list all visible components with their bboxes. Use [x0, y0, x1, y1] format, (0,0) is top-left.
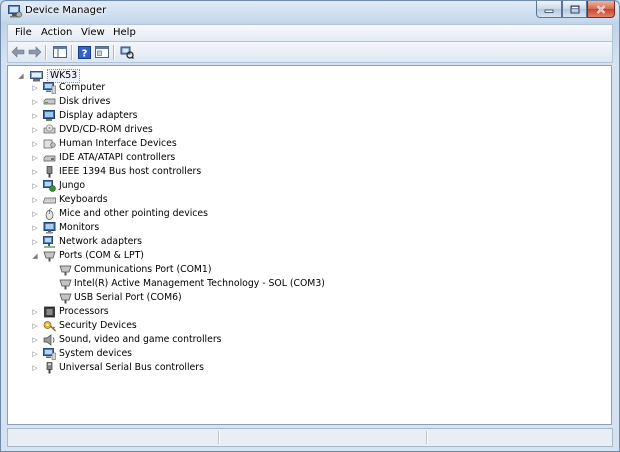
expand-icon[interactable]: ▷ — [31, 235, 39, 249]
tree-item-label[interactable]: IDE ATA/ATAPI controllers — [59, 151, 175, 165]
properties-button[interactable] — [94, 45, 109, 59]
expand-icon[interactable]: ▷ — [31, 109, 39, 123]
port-icon — [43, 251, 56, 262]
tree-item-label[interactable]: Sound, video and game controllers — [59, 333, 222, 347]
collapse-icon[interactable]: ◢ — [31, 249, 39, 263]
menu-view[interactable]: View — [81, 27, 105, 38]
back-button[interactable] — [10, 45, 25, 59]
mouse-icon — [45, 208, 54, 220]
dvd-drive-icon — [43, 124, 56, 134]
expand-icon[interactable]: ▷ — [31, 123, 39, 137]
tree-child-label[interactable]: Communications Port (COM1) — [74, 263, 211, 277]
status-separator — [426, 431, 428, 444]
back-icon — [11, 46, 24, 58]
status-bar — [7, 428, 613, 447]
title-bar[interactable]: Device Manager — [1, 1, 619, 23]
monitor-icon — [43, 222, 56, 234]
network-adapter-icon — [43, 236, 55, 248]
tree-item-label[interactable]: Display adapters — [59, 109, 137, 123]
tree-item-label[interactable]: Mice and other pointing devices — [59, 207, 208, 221]
port-device-icon — [59, 293, 72, 304]
tree-item-label[interactable]: Keyboards — [59, 193, 108, 207]
ieee1394-icon — [46, 166, 53, 178]
maximize-button[interactable] — [562, 1, 587, 18]
tree-item-label[interactable]: Jungo — [59, 179, 85, 193]
display-adapter-icon — [43, 110, 55, 121]
status-separator — [218, 431, 220, 444]
menu-bar: File Action View Help — [7, 24, 613, 41]
maximize-icon — [570, 5, 579, 13]
tree-item-label[interactable]: Human Interface Devices — [59, 137, 177, 151]
menu-action[interactable]: Action — [41, 27, 72, 38]
scan-hardware-button[interactable] — [119, 45, 134, 59]
system-devices-icon — [43, 348, 56, 360]
tree-item-label[interactable]: Network adapters — [59, 235, 142, 249]
keyboard-icon — [43, 197, 56, 204]
expand-icon[interactable]: ▷ — [31, 221, 39, 235]
expand-icon[interactable]: ▷ — [31, 207, 39, 221]
expand-icon[interactable]: ▷ — [31, 95, 39, 109]
expand-icon[interactable]: ▷ — [31, 319, 39, 333]
minimize-button[interactable] — [536, 1, 562, 18]
forward-button[interactable] — [27, 45, 42, 59]
show-hide-console-tree-button[interactable] — [52, 45, 67, 59]
tree-item-label[interactable]: Universal Serial Bus controllers — [59, 361, 204, 375]
menu-help[interactable]: Help — [113, 27, 136, 38]
show-hide-console-tree-icon — [52, 46, 67, 58]
forward-icon — [28, 46, 41, 58]
device-tree[interactable]: ◢ WK53 ▷ Computer ▷ Disk drives ▷ Displa… — [7, 65, 612, 425]
expand-icon[interactable]: ▷ — [31, 361, 39, 375]
tree-item-label[interactable]: System devices — [59, 347, 132, 361]
tree-item-label[interactable]: DVD/CD-ROM drives — [59, 123, 153, 137]
help-button[interactable]: ? — [77, 45, 92, 59]
expand-icon[interactable]: ▷ — [31, 151, 39, 165]
tree-item-label[interactable]: IEEE 1394 Bus host controllers — [59, 165, 201, 179]
close-icon — [596, 4, 606, 14]
device-manager-window: Device Manager File Action View Help ? ◢… — [0, 0, 620, 452]
tree-item-label[interactable]: Monitors — [59, 221, 99, 235]
tree-item-label[interactable]: Security Devices — [59, 319, 137, 333]
tree-item-label[interactable]: Disk drives — [59, 95, 110, 109]
toolbar: ? — [7, 41, 613, 63]
tree-item-label[interactable]: Ports (COM & LPT) — [59, 249, 144, 263]
window-title: Device Manager — [25, 5, 107, 16]
menu-file[interactable]: File — [15, 27, 32, 38]
sound-icon — [43, 334, 55, 346]
toolbar-separator — [71, 45, 73, 60]
toolbar-separator — [45, 45, 47, 60]
expand-icon[interactable]: ▷ — [31, 193, 39, 207]
expand-icon[interactable]: ▷ — [31, 81, 39, 95]
expand-icon[interactable]: ▷ — [31, 179, 39, 193]
expand-icon[interactable]: ▷ — [31, 333, 39, 347]
computer-icon — [43, 82, 56, 94]
toolbar-separator — [113, 45, 115, 60]
scan-hardware-icon — [120, 46, 134, 59]
tree-item-label[interactable]: Processors — [59, 305, 109, 319]
processor-icon — [44, 306, 55, 318]
port-device-icon — [59, 265, 72, 276]
expand-icon[interactable]: ▷ — [31, 137, 39, 151]
port-device-icon — [59, 279, 72, 290]
properties-icon — [94, 46, 109, 58]
ide-controller-icon — [43, 155, 56, 162]
help-icon: ? — [78, 45, 91, 59]
expand-icon[interactable]: ▷ — [31, 305, 39, 319]
expand-icon[interactable]: ▷ — [31, 347, 39, 361]
hid-icon — [43, 139, 56, 149]
tree-child-label[interactable]: USB Serial Port (COM6) — [74, 291, 182, 305]
tree-child-label[interactable]: Intel(R) Active Management Technology - … — [74, 277, 325, 291]
svg-text:?: ? — [82, 48, 88, 59]
close-button[interactable] — [587, 1, 615, 18]
usb-icon — [46, 362, 53, 374]
collapse-root-icon[interactable]: ◢ — [17, 69, 25, 83]
disk-drive-icon — [43, 98, 56, 105]
tree-item-label[interactable]: Computer — [59, 81, 105, 95]
device-manager-app-icon — [8, 5, 22, 18]
jungo-icon — [43, 180, 56, 192]
minimize-icon — [544, 9, 554, 13]
expand-icon[interactable]: ▷ — [31, 165, 39, 179]
security-icon — [43, 321, 56, 332]
